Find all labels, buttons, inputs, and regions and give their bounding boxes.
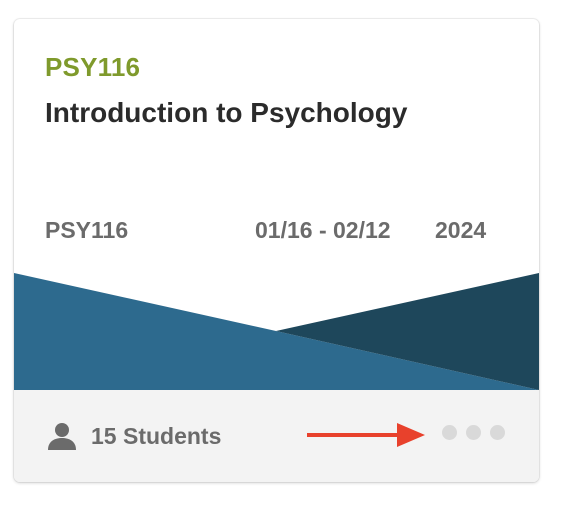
course-banner <box>14 273 539 390</box>
more-options-icon <box>466 425 481 440</box>
annotation-arrow-icon <box>307 423 425 447</box>
user-icon <box>48 423 76 450</box>
more-options-icon <box>490 425 505 440</box>
course-code: PSY116 <box>45 217 129 243</box>
course-card[interactable]: PSY116 Introduction to Psychology PSY116… <box>14 19 539 482</box>
students-label: 15 Students <box>91 422 222 449</box>
more-options-icon <box>442 425 457 440</box>
course-title[interactable]: Introduction to Psychology <box>45 97 407 129</box>
students-count[interactable]: 15 Students <box>47 422 221 450</box>
card-footer: 15 Students <box>14 390 539 482</box>
more-options-button[interactable] <box>442 425 505 440</box>
course-code-heading: PSY116 <box>45 52 141 82</box>
course-year: 2024 <box>435 217 487 243</box>
course-dates: 01/16 - 02/12 <box>255 217 391 243</box>
